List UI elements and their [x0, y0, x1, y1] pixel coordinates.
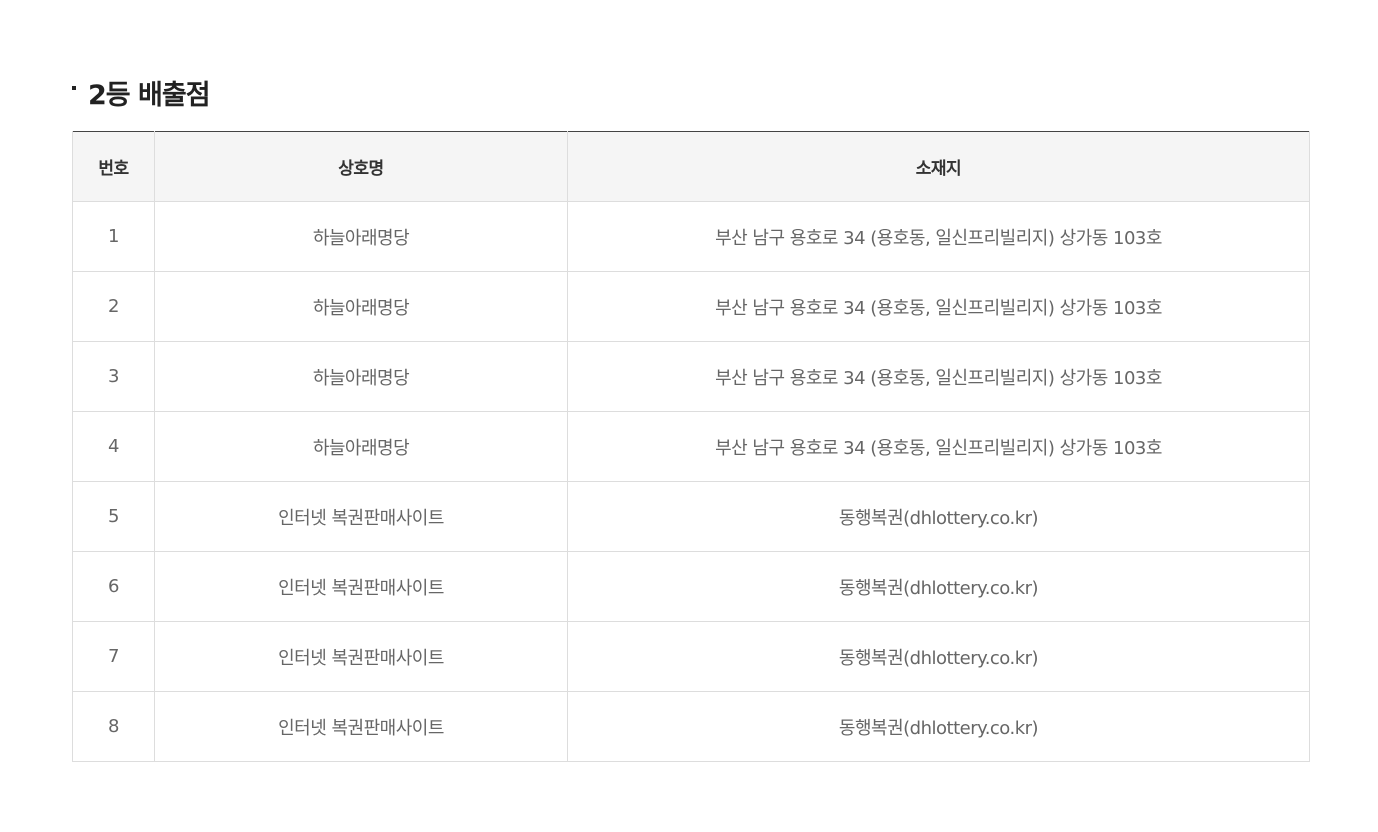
header-store-name: 상호명 [154, 131, 568, 202]
row-no: 4 [72, 411, 155, 482]
section-title-text: 2등 배출점 [88, 79, 211, 111]
table-row: 5 인터넷 복권판매사이트 동행복권(dhlottery.co.kr) [72, 481, 1310, 552]
header-no: 번호 [72, 131, 155, 202]
row-store-name: 하늘아래명당 [154, 411, 568, 482]
row-no: 7 [72, 621, 155, 692]
row-store-name: 인터넷 복권판매사이트 [154, 551, 568, 622]
row-store-name: 인터넷 복권판매사이트 [154, 621, 568, 692]
table-row: 3 하늘아래명당 부산 남구 용호로 34 (용호동, 일신프리빌리지) 상가동… [72, 341, 1310, 412]
table-row: 1 하늘아래명당 부산 남구 용호로 34 (용호동, 일신프리빌리지) 상가동… [72, 201, 1310, 272]
row-store-name: 하늘아래명당 [154, 341, 568, 412]
row-address: 동행복권(dhlottery.co.kr) [567, 551, 1310, 622]
row-address: 부산 남구 용호로 34 (용호동, 일신프리빌리지) 상가동 103호 [567, 341, 1310, 412]
row-store-name: 인터넷 복권판매사이트 [154, 481, 568, 552]
title-bullet-icon [72, 86, 76, 90]
row-store-name: 하늘아래명당 [154, 201, 568, 272]
row-no: 3 [72, 341, 155, 412]
row-no: 6 [72, 551, 155, 622]
header-address: 소재지 [567, 131, 1310, 202]
stores-table: 번호 상호명 소재지 1 하늘아래명당 부산 남구 용호로 34 (용호동, 일… [72, 131, 1310, 762]
row-store-name: 하늘아래명당 [154, 271, 568, 342]
row-address: 부산 남구 용호로 34 (용호동, 일신프리빌리지) 상가동 103호 [567, 201, 1310, 272]
row-no: 2 [72, 271, 155, 342]
row-store-name: 인터넷 복권판매사이트 [154, 691, 568, 762]
row-address: 부산 남구 용호로 34 (용호동, 일신프리빌리지) 상가동 103호 [567, 411, 1310, 482]
table-row: 4 하늘아래명당 부산 남구 용호로 34 (용호동, 일신프리빌리지) 상가동… [72, 411, 1310, 482]
table-row: 6 인터넷 복권판매사이트 동행복권(dhlottery.co.kr) [72, 551, 1310, 622]
row-no: 5 [72, 481, 155, 552]
table-row: 2 하늘아래명당 부산 남구 용호로 34 (용호동, 일신프리빌리지) 상가동… [72, 271, 1310, 342]
row-no: 1 [72, 201, 155, 272]
section-title: 2등 배출점 [72, 74, 211, 111]
row-address: 동행복권(dhlottery.co.kr) [567, 481, 1310, 552]
row-address: 동행복권(dhlottery.co.kr) [567, 691, 1310, 762]
table-row: 8 인터넷 복권판매사이트 동행복권(dhlottery.co.kr) [72, 691, 1310, 762]
table-header-row: 번호 상호명 소재지 [72, 131, 1310, 202]
row-address: 동행복권(dhlottery.co.kr) [567, 621, 1310, 692]
table-row: 7 인터넷 복권판매사이트 동행복권(dhlottery.co.kr) [72, 621, 1310, 692]
row-no: 8 [72, 691, 155, 762]
row-address: 부산 남구 용호로 34 (용호동, 일신프리빌리지) 상가동 103호 [567, 271, 1310, 342]
